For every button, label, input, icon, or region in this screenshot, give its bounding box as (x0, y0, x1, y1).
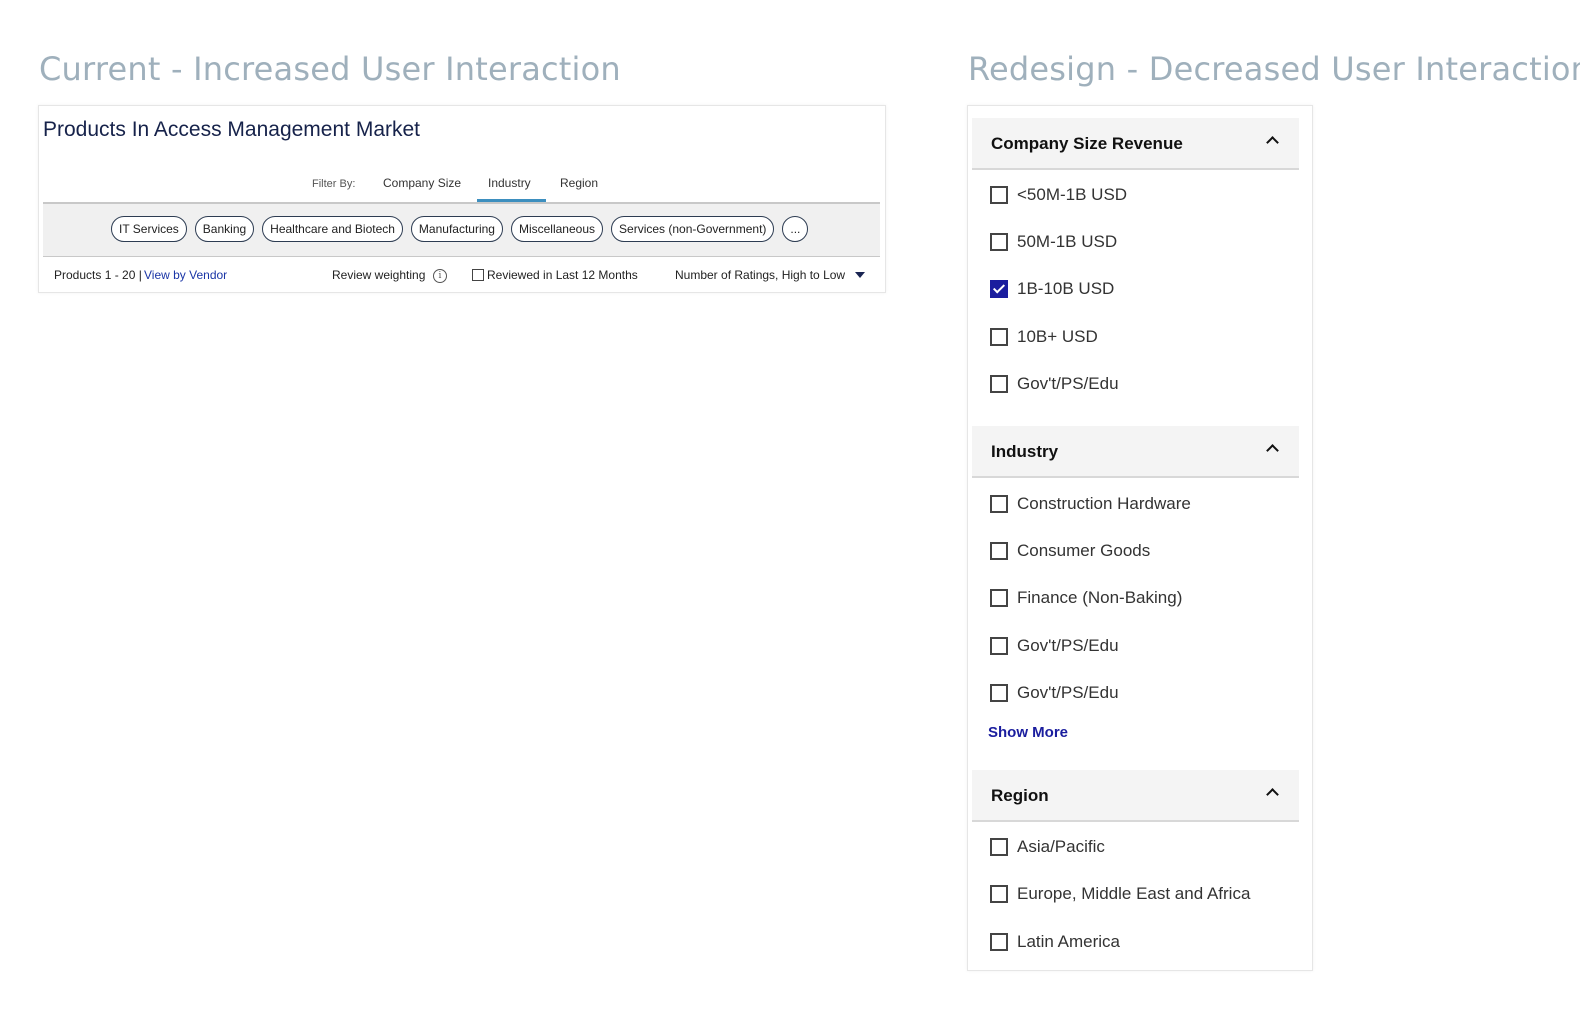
review-weighting-label: Review weighting (332, 268, 426, 282)
chevron-down-icon[interactable] (855, 272, 865, 278)
option-label: <50M-1B USD (1017, 185, 1128, 204)
chip-services-non-government[interactable]: Services (non-Government) (611, 216, 775, 242)
filter-by-label: Filter By: (312, 178, 356, 190)
chip-banking[interactable]: Banking (194, 216, 255, 242)
checkbox[interactable] (990, 838, 1008, 856)
checkbox[interactable] (990, 885, 1008, 903)
chevron-up-icon[interactable] (1266, 136, 1279, 149)
current-filter-panel: Products In Access Management Market Fil… (38, 105, 886, 293)
checkbox[interactable] (990, 495, 1008, 513)
tab-industry[interactable]: Industry (488, 176, 531, 190)
option-label: 50M-1B USD (1017, 232, 1118, 251)
option-label: 10B+ USD (1017, 327, 1098, 346)
checkbox[interactable] (990, 542, 1008, 560)
industry-chip-bar: IT Services Banking Healthcare and Biote… (43, 202, 880, 257)
option-label: 1B-10B USD (1017, 279, 1115, 298)
option-label: Construction Hardware (1017, 494, 1191, 513)
option-label: Asia/Pacific (1017, 837, 1105, 856)
reviewed-last-12-months-label: Reviewed in Last 12 Months (487, 268, 638, 282)
chip-miscellaneous[interactable]: Miscellaneous (510, 216, 604, 242)
chip-manufacturing[interactable]: Manufacturing (410, 216, 503, 242)
option-label: Latin America (1017, 932, 1120, 951)
tab-company-size[interactable]: Company Size (383, 176, 461, 190)
info-icon[interactable]: i (433, 269, 447, 283)
option-label: Europe, Middle East and Africa (1017, 884, 1251, 903)
chip-it-services[interactable]: IT Services (111, 216, 187, 242)
section-title: Company Size Revenue (991, 134, 1183, 153)
checkbox-checked[interactable] (990, 280, 1008, 298)
option-label: Gov't/PS/Edu (1017, 374, 1119, 393)
section-industry-header[interactable]: Industry (972, 426, 1299, 478)
section-title: Region (991, 786, 1049, 805)
section-company-size-header[interactable]: Company Size Revenue (972, 118, 1299, 170)
redesign-filter-panel: Company Size Revenue <50M-1B USD 50M-1B … (967, 105, 1313, 971)
checkbox[interactable] (990, 186, 1008, 204)
current-heading: Current - Increased User Interaction (39, 50, 621, 88)
chevron-up-icon[interactable] (1266, 444, 1279, 457)
chevron-up-icon[interactable] (1266, 788, 1279, 801)
view-by-vendor-link[interactable]: View by Vendor (144, 268, 227, 282)
option-label: Consumer Goods (1017, 541, 1151, 560)
sort-dropdown[interactable]: Number of Ratings, High to Low (675, 268, 845, 282)
option-label: Gov't/PS/Edu (1017, 683, 1119, 702)
show-more-link[interactable]: Show More (988, 724, 1068, 741)
chip-healthcare-biotech[interactable]: Healthcare and Biotech (262, 216, 403, 242)
filter-tabs: Filter By: Company Size Industry Region (39, 176, 885, 202)
tab-region[interactable]: Region (560, 176, 598, 190)
checkbox[interactable] (990, 328, 1008, 346)
section-title: Industry (991, 442, 1059, 461)
checkbox[interactable] (990, 589, 1008, 607)
checkbox[interactable] (990, 233, 1008, 251)
reviewed-last-12-months-checkbox[interactable] (472, 269, 484, 281)
option-label: Finance (Non-Baking) (1017, 588, 1183, 607)
option-label: Gov't/PS/Edu (1017, 636, 1119, 655)
checkbox[interactable] (990, 637, 1008, 655)
checkbox[interactable] (990, 933, 1008, 951)
checkbox[interactable] (990, 375, 1008, 393)
redesign-heading: Redesign - Decreased User Interaction (968, 50, 1580, 88)
more-chips-button[interactable]: ... (782, 216, 809, 242)
products-count: Products 1 - 20 | (54, 268, 142, 282)
checkbox[interactable] (990, 684, 1008, 702)
section-region-header[interactable]: Region (972, 770, 1299, 822)
page-title: Products In Access Management Market (43, 118, 421, 141)
